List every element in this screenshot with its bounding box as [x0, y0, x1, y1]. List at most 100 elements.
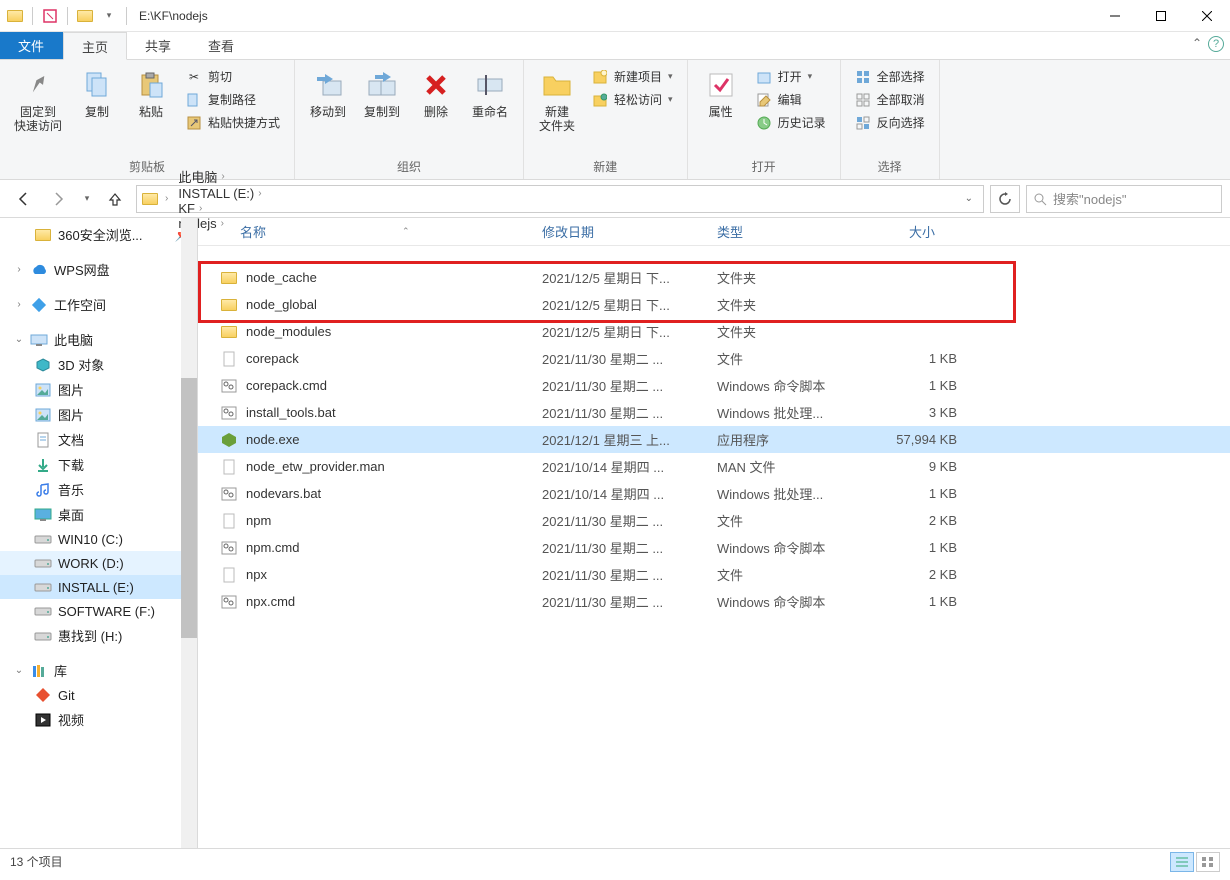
details-view-button[interactable]: [1170, 852, 1194, 872]
folder-icon[interactable]: [76, 7, 94, 25]
file-row[interactable]: corepack2021/11/30 星期二 ...文件1 KB: [198, 345, 1230, 372]
paste-button[interactable]: 粘贴: [128, 64, 174, 123]
paste-shortcut-button[interactable]: 粘贴快捷方式: [182, 112, 284, 133]
tab-share[interactable]: 共享: [127, 32, 190, 59]
tree-item[interactable]: ›工作空间: [0, 292, 197, 317]
copy-to-button[interactable]: 复制到: [359, 64, 405, 123]
ribbon-tabs: 文件 主页 共享 查看 ⌃ ?: [0, 32, 1230, 60]
file-row[interactable]: node_cache2021/12/5 星期日 下...文件夹: [198, 264, 1230, 291]
copy-to-icon: [365, 68, 399, 102]
tree-item[interactable]: 音乐: [0, 477, 197, 502]
tab-view[interactable]: 查看: [190, 32, 253, 59]
back-button[interactable]: [8, 185, 38, 213]
move-to-button[interactable]: 移动到: [305, 64, 351, 123]
pic-icon: [34, 381, 52, 399]
tree-item[interactable]: 文档: [0, 427, 197, 452]
minimize-button[interactable]: [1092, 0, 1138, 32]
tree-item[interactable]: 3D 对象: [0, 352, 197, 377]
titlebar: ▾ E:\KF\nodejs: [0, 0, 1230, 32]
col-name[interactable]: 名称⌃: [198, 222, 528, 241]
copy-button[interactable]: 复制: [74, 64, 120, 123]
tree-item[interactable]: ⌄库: [0, 658, 197, 683]
invert-selection-button[interactable]: 反向选择: [851, 112, 929, 133]
tab-home[interactable]: 主页: [63, 32, 127, 60]
ribbon-group-select: 全部选择 全部取消 反向选择 选择: [841, 60, 940, 179]
tree-item[interactable]: INSTALL (E:): [0, 575, 197, 599]
scrollbar-thumb[interactable]: [181, 378, 197, 638]
easy-access-button[interactable]: 轻松访问▾: [588, 89, 677, 110]
pin-button[interactable]: 固定到 快速访问: [10, 64, 66, 138]
chevron-down-icon: ▾: [668, 94, 673, 105]
easy-access-icon: [592, 92, 608, 108]
breadcrumb[interactable]: INSTALL (E:)›: [174, 186, 265, 201]
tree-item[interactable]: 图片: [0, 402, 197, 427]
select-none-button[interactable]: 全部取消: [851, 89, 929, 110]
window-controls: [1092, 0, 1230, 32]
rename-button[interactable]: 重命名: [467, 64, 513, 123]
group-label: 打开: [752, 156, 776, 177]
folder-icon: [6, 7, 24, 25]
select-all-button[interactable]: 全部选择: [851, 66, 929, 87]
invert-icon: [855, 115, 871, 131]
file-row[interactable]: npm.cmd2021/11/30 星期二 ...Windows 命令脚本1 K…: [198, 534, 1230, 561]
file-row[interactable]: node_etw_provider.man2021/10/14 星期四 ...M…: [198, 453, 1230, 480]
history-button[interactable]: 历史记录: [752, 112, 830, 133]
open-button[interactable]: 打开▾: [752, 66, 830, 87]
tree-item[interactable]: WIN10 (C:): [0, 527, 197, 551]
new-folder-button[interactable]: 新建 文件夹: [534, 64, 580, 138]
tree-item[interactable]: 下载: [0, 452, 197, 477]
file-row[interactable]: corepack.cmd2021/11/30 星期二 ...Windows 命令…: [198, 372, 1230, 399]
file-row[interactable]: npx.cmd2021/11/30 星期二 ...Windows 命令脚本1 K…: [198, 588, 1230, 615]
forward-button[interactable]: [44, 185, 74, 213]
file-list[interactable]: node_cache2021/12/5 星期日 下...文件夹node_glob…: [198, 246, 1230, 848]
tree-item[interactable]: 桌面: [0, 502, 197, 527]
search-box[interactable]: 搜索"nodejs": [1026, 185, 1222, 213]
properties-button[interactable]: 属性: [698, 64, 744, 123]
crumb-sep[interactable]: ›: [161, 193, 172, 204]
file-row[interactable]: nodevars.bat2021/10/14 星期四 ...Windows 批处…: [198, 480, 1230, 507]
delete-button[interactable]: 删除: [413, 64, 459, 123]
desktop-icon: [34, 506, 52, 524]
edit-button[interactable]: 编辑: [752, 89, 830, 110]
file-row[interactable]: node_modules2021/12/5 星期日 下...文件夹: [198, 318, 1230, 345]
maximize-button[interactable]: [1138, 0, 1184, 32]
col-size[interactable]: 大小: [859, 222, 949, 241]
folder-icon: [34, 226, 52, 244]
cut-button[interactable]: ✂剪切: [182, 66, 284, 87]
col-type[interactable]: 类型: [703, 222, 859, 241]
recent-dropdown[interactable]: ▾: [80, 185, 94, 213]
copy-path-button[interactable]: 复制路径: [182, 89, 284, 110]
help-icon[interactable]: ?: [1208, 36, 1224, 52]
file-row[interactable]: node.exe2021/12/1 星期三 上...应用程序57,994 KB: [198, 426, 1230, 453]
tree-item[interactable]: ›WPS网盘: [0, 257, 197, 282]
tree-item[interactable]: 360安全浏览...📌: [0, 222, 197, 247]
collapse-ribbon-icon[interactable]: ⌃: [1192, 36, 1202, 52]
file-row[interactable]: node_global2021/12/5 星期日 下...文件夹: [198, 291, 1230, 318]
close-button[interactable]: [1184, 0, 1230, 32]
tab-file[interactable]: 文件: [0, 32, 63, 59]
tree-item[interactable]: Git: [0, 683, 197, 707]
scrollbar[interactable]: [181, 218, 197, 848]
col-date[interactable]: 修改日期: [528, 222, 703, 241]
dropdown-icon[interactable]: ▾: [100, 7, 118, 25]
up-button[interactable]: [100, 185, 130, 213]
breadcrumb[interactable]: KF›: [174, 201, 265, 216]
file-row[interactable]: install_tools.bat2021/11/30 星期二 ...Windo…: [198, 399, 1230, 426]
new-item-button[interactable]: 新建项目▾: [588, 66, 677, 87]
tree-item[interactable]: SOFTWARE (F:): [0, 599, 197, 623]
tree-item[interactable]: 惠找到 (H:): [0, 623, 197, 648]
tree-item[interactable]: 视频: [0, 707, 197, 732]
icons-view-button[interactable]: [1196, 852, 1220, 872]
properties-icon[interactable]: [41, 7, 59, 25]
breadcrumb[interactable]: 此电脑›: [174, 167, 265, 186]
refresh-button[interactable]: [990, 185, 1020, 213]
tree-item[interactable]: WORK (D:): [0, 551, 197, 575]
file-row[interactable]: npx2021/11/30 星期二 ...文件2 KB: [198, 561, 1230, 588]
file-row[interactable]: npm2021/11/30 星期二 ...文件2 KB: [198, 507, 1230, 534]
tree-item[interactable]: ⌄此电脑: [0, 327, 197, 352]
sort-asc-icon: ⌃: [402, 226, 410, 237]
address-bar[interactable]: › 此电脑›INSTALL (E:)›KF›nodejs› ⌄: [136, 185, 984, 213]
address-dropdown[interactable]: ⌄: [959, 193, 979, 204]
tree-item[interactable]: 图片: [0, 377, 197, 402]
content-pane: 名称⌃ 修改日期 类型 大小 node_cache2021/12/5 星期日 下…: [198, 218, 1230, 848]
